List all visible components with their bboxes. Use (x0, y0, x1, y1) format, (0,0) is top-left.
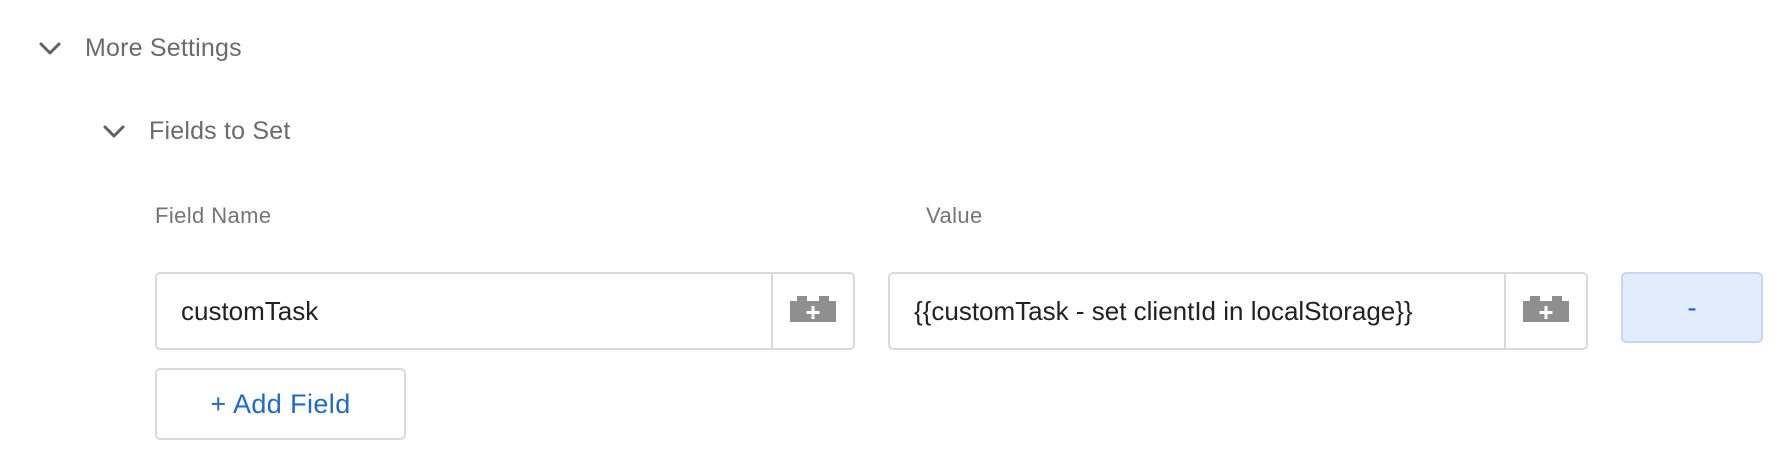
value-variable-button[interactable] (1504, 274, 1586, 348)
chevron-down-icon (100, 118, 128, 146)
fields-to-set-title: Fields to Set (149, 117, 291, 145)
more-settings-title: More Settings (85, 34, 242, 62)
field-name-input[interactable]: customTask (157, 274, 771, 348)
field-name-variable-button[interactable] (771, 274, 853, 348)
field-name-input-group: customTask (155, 272, 855, 350)
settings-panel: More Settings Fields to Set Field Name V… (0, 0, 1780, 466)
remove-field-button[interactable]: - (1621, 272, 1763, 343)
fields-to-set-toggle[interactable]: Fields to Set (100, 117, 291, 146)
field-name-column-label: Field Name (155, 203, 272, 228)
value-input-group: {{customTask - set clientId in localStor… (888, 272, 1588, 350)
value-input[interactable]: {{customTask - set clientId in localStor… (890, 274, 1504, 348)
value-column-label: Value (926, 203, 983, 228)
more-settings-toggle[interactable]: More Settings (36, 34, 242, 63)
variable-picker-icon (790, 295, 836, 327)
chevron-down-icon (36, 35, 64, 63)
add-field-button[interactable]: + Add Field (155, 368, 406, 440)
variable-picker-icon (1523, 295, 1569, 327)
